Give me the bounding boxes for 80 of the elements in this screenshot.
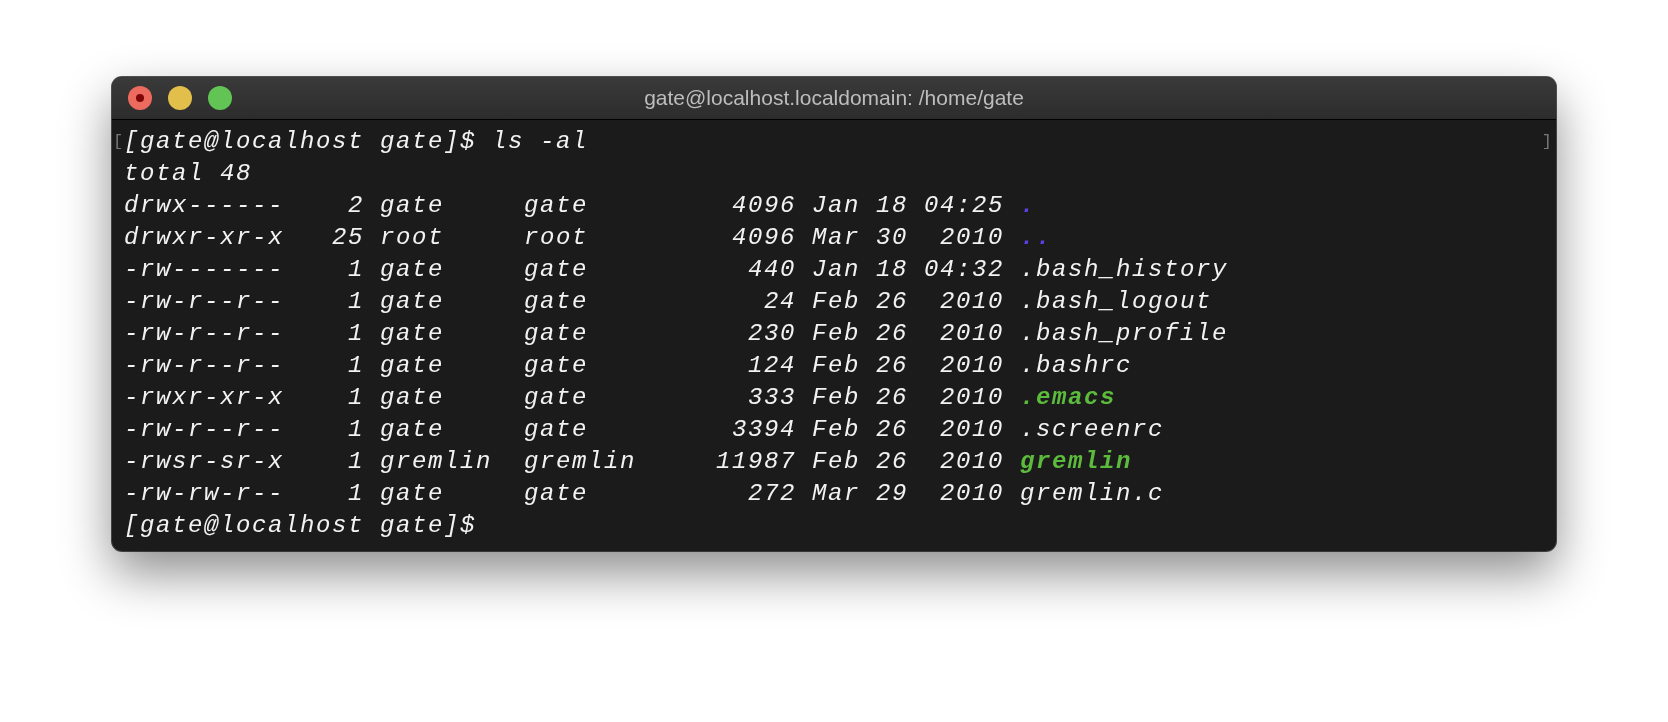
file-size: 3394	[731, 415, 796, 443]
link-count: 2	[347, 191, 364, 219]
file-size: 4096	[731, 223, 796, 251]
group: gate	[524, 287, 652, 315]
file-size: 4096	[731, 191, 796, 219]
link-count: 1	[347, 351, 364, 379]
file-name: .bash_profile	[1020, 319, 1229, 347]
command-line: [gate@localhost gate]$ ls -al	[124, 127, 589, 155]
group: gate	[524, 479, 652, 507]
owner: gate	[380, 319, 445, 347]
link-count: 1	[347, 255, 364, 283]
file-size: 24	[763, 287, 796, 315]
permissions: -rw-r--r--	[124, 415, 284, 443]
group: gate	[524, 191, 652, 219]
link-count: 1	[347, 447, 364, 475]
modified-date: Jan 18 04:25	[812, 191, 1004, 219]
group: gremlin	[524, 447, 652, 475]
modified-date: Feb 26 2010	[812, 415, 1004, 443]
file-name: .screenrc	[1020, 415, 1165, 443]
permissions: -rw-------	[124, 255, 284, 283]
permissions: -rw-rw-r--	[124, 479, 284, 507]
owner: gate	[380, 255, 445, 283]
link-count: 1	[347, 319, 364, 347]
file-name: .bashrc	[1020, 351, 1133, 379]
owner: gremlin	[380, 447, 494, 475]
group: gate	[524, 383, 652, 411]
group: gate	[524, 255, 652, 283]
permissions: -rw-r--r--	[124, 287, 284, 315]
modified-date: Mar 30 2010	[812, 223, 1004, 251]
file-name: gremlin.c	[1020, 479, 1165, 507]
close-dot-icon	[136, 94, 144, 102]
group: root	[524, 223, 652, 251]
file-size: 440	[747, 255, 796, 283]
close-button[interactable]	[128, 86, 152, 110]
file-size: 124	[747, 351, 796, 379]
file-name: .	[1020, 191, 1036, 219]
link-count: 1	[347, 383, 364, 411]
owner: gate	[380, 351, 445, 379]
file-name: gremlin	[1020, 447, 1133, 475]
file-name: .bash_history	[1020, 255, 1229, 283]
file-name: ..	[1020, 223, 1052, 251]
modified-date: Jan 18 04:32	[812, 255, 1004, 283]
file-name: .bash_logout	[1020, 287, 1213, 315]
permissions: -rw-r--r--	[124, 319, 284, 347]
modified-date: Mar 29 2010	[812, 479, 1004, 507]
margin-mark: [	[113, 131, 124, 151]
permissions: drwxr-xr-x	[124, 223, 284, 251]
link-count: 1	[347, 287, 364, 315]
modified-date: Feb 26 2010	[812, 383, 1004, 411]
modified-date: Feb 26 2010	[812, 351, 1004, 379]
zoom-button[interactable]	[208, 86, 232, 110]
margin-mark: ]	[1541, 131, 1552, 151]
minimize-button[interactable]	[168, 86, 192, 110]
file-name: .emacs	[1020, 383, 1116, 411]
file-size: 230	[747, 319, 796, 347]
owner: gate	[380, 383, 445, 411]
permissions: -rw-r--r--	[124, 351, 284, 379]
owner: gate	[380, 415, 445, 443]
file-size: 333	[747, 383, 796, 411]
owner: gate	[380, 479, 445, 507]
modified-date: Feb 26 2010	[812, 319, 1004, 347]
owner: root	[380, 223, 445, 251]
group: gate	[524, 415, 652, 443]
group: gate	[524, 319, 652, 347]
modified-date: Feb 26 2010	[812, 447, 1004, 475]
permissions: drwx------	[124, 191, 284, 219]
modified-date: Feb 26 2010	[812, 287, 1004, 315]
owner: gate	[380, 191, 445, 219]
file-size: 272	[747, 479, 796, 507]
file-size: 11987	[715, 447, 796, 475]
permissions: -rwxr-xr-x	[124, 383, 284, 411]
link-count: 25	[331, 223, 364, 251]
link-count: 1	[347, 415, 364, 443]
link-count: 1	[347, 479, 364, 507]
group: gate	[524, 351, 652, 379]
total-line: total 48	[124, 159, 253, 187]
window-title: gate@localhost.localdomain: /home/gate	[644, 86, 1024, 110]
shell-prompt: [gate@localhost gate]$	[124, 511, 477, 539]
permissions: -rwsr-sr-x	[124, 447, 284, 475]
owner: gate	[380, 287, 445, 315]
